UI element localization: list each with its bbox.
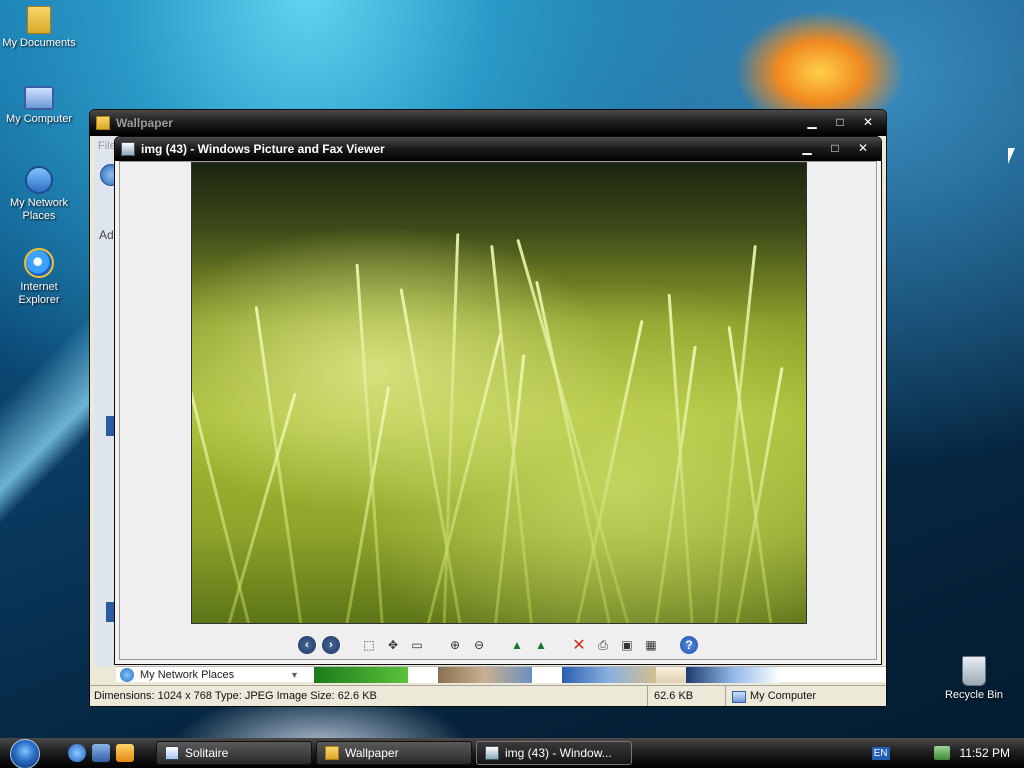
grass-photo	[191, 162, 807, 624]
taskbar-button-wallpaper[interactable]: Wallpaper	[316, 741, 472, 765]
task-label: img (43) - Window...	[505, 746, 612, 760]
viewer-toolbar: ‹ › ⬚ ✥ ▭ ⊕ ⊖ ▲ ▲ ✕ ⎙ ▣ ▦?	[120, 634, 876, 656]
viewer-icon	[121, 142, 135, 156]
next-image-button[interactable]: ›	[322, 636, 340, 654]
viewer-icon	[485, 746, 499, 760]
network-tray-icon[interactable]	[933, 746, 950, 760]
desktop-icon-recycle-bin[interactable]: Recycle Bin	[935, 656, 1013, 702]
toolbar-separator	[432, 636, 440, 654]
print-button[interactable]: ⎙	[594, 636, 612, 654]
wallpaper-thumbnail[interactable]	[314, 666, 408, 683]
chevron-down-icon[interactable]: ▼	[290, 670, 314, 680]
clock[interactable]: 11:52 PM	[960, 746, 1010, 760]
status-bar: Dimensions: 1024 x 768 Type: JPEG Image …	[90, 685, 886, 706]
task-label: Solitaire	[185, 746, 229, 760]
picture-viewer-window[interactable]: img (43) - Windows Picture and Fax Viewe…	[114, 136, 882, 665]
maximize-button[interactable]: □	[823, 141, 847, 157]
folder-icon	[27, 6, 51, 34]
start-button[interactable]	[0, 738, 40, 768]
wallpaper-glow	[720, 0, 920, 120]
wallpaper-thumbnail[interactable]	[438, 666, 532, 683]
folder-bar-label[interactable]: My Network Places	[140, 669, 290, 681]
ie-icon[interactable]	[68, 744, 86, 762]
task-label: Wallpaper	[345, 746, 399, 760]
desktop-icon-my-computer[interactable]: My Computer	[0, 86, 78, 126]
rotate-clockwise-button[interactable]: ▲	[508, 636, 526, 654]
desktop-icon-label: My Documents	[2, 37, 76, 49]
wallpaper-titlebar[interactable]: Wallpaper ▁ □ ✕	[90, 110, 886, 136]
grass-blade	[490, 245, 535, 623]
quick-launch	[68, 744, 134, 762]
maximize-button[interactable]: □	[828, 115, 852, 131]
grass-blade	[192, 351, 255, 623]
save-copy-button[interactable]: ▣	[618, 636, 636, 654]
desktop-icon-label: My Computer	[5, 113, 73, 125]
actual-size-button[interactable]: ✥	[384, 636, 402, 654]
zoom-in-button[interactable]: ⊕	[446, 636, 464, 654]
picture-viewer-titlebar[interactable]: img (43) - Windows Picture and Fax Viewe…	[115, 137, 881, 161]
toolbar-separator	[494, 636, 502, 654]
minimize-button[interactable]: ▁	[800, 115, 824, 131]
wallpaper-thumbnail-gap	[408, 666, 438, 683]
grass-blade	[355, 263, 385, 623]
status-zone-label: My Computer	[750, 690, 817, 702]
taskbar-button-solitaire[interactable]: Solitaire	[156, 741, 312, 765]
network-icon	[25, 166, 53, 194]
open-for-editing-button[interactable]: ▦	[642, 636, 660, 654]
grass-blade	[712, 245, 757, 623]
grass-blade	[667, 293, 695, 623]
computer-icon	[732, 690, 746, 703]
zoom-out-button[interactable]: ⊖	[470, 636, 488, 654]
minimize-button[interactable]: ▁	[795, 141, 819, 157]
address-label: Ad	[99, 228, 114, 242]
grass-blade	[254, 306, 305, 623]
viewer-body: ‹ › ⬚ ✥ ▭ ⊕ ⊖ ▲ ▲ ✕ ⎙ ▣ ▦?	[119, 161, 877, 660]
network-icon	[120, 667, 134, 682]
slideshow-button[interactable]: ▭	[408, 636, 426, 654]
recycle-bin-icon	[962, 656, 986, 686]
toolbar-separator	[666, 636, 674, 654]
language-indicator[interactable]: EN	[871, 746, 890, 760]
status-size: 62.6 KB	[648, 686, 726, 706]
window-title: img (43) - Windows Picture and Fax Viewe…	[141, 142, 385, 156]
computer-icon	[24, 86, 54, 110]
wallpaper-thumbnail[interactable]	[656, 666, 686, 683]
desktop-icon-my-documents[interactable]: My Documents	[0, 6, 78, 50]
desktop-icon-internet-explorer[interactable]: Internet Explorer	[0, 248, 78, 307]
wallpaper-thumbnail[interactable]	[562, 666, 656, 683]
toolbar-separator	[346, 636, 354, 654]
close-button[interactable]: ✕	[851, 141, 875, 157]
mouse-cursor-icon	[1008, 148, 1015, 164]
desktop-icon-label: Internet Explorer	[18, 281, 60, 306]
desktop-icon-my-network-places[interactable]: My Network Places	[0, 166, 78, 223]
wallpaper-thumbnail-gap	[532, 666, 562, 683]
rotate-counterclockwise-button[interactable]: ▲	[532, 636, 550, 654]
previous-image-button[interactable]: ‹	[298, 636, 316, 654]
taskbar: Solitaire Wallpaper img (43) - Window...…	[0, 738, 1024, 768]
wallpaper-thumbnail[interactable]	[686, 666, 780, 683]
desktop-icon-label: Recycle Bin	[944, 689, 1004, 701]
close-button[interactable]: ✕	[856, 115, 880, 131]
folder-thumbnail-strip: My Network Places ▼	[116, 666, 886, 683]
best-fit-button[interactable]: ⬚	[360, 636, 378, 654]
desktop-icon-label: My Network Places	[9, 197, 69, 222]
grass-blade	[535, 280, 615, 623]
status-zone: My Computer	[726, 686, 817, 706]
toolbar-separator	[556, 636, 564, 654]
status-info: Dimensions: 1024 x 768 Type: JPEG Image …	[90, 686, 648, 706]
media-player-icon[interactable]	[116, 744, 134, 762]
windows-logo-icon	[10, 739, 40, 768]
delete-button[interactable]: ✕	[570, 636, 588, 654]
grass-blade	[727, 325, 775, 623]
taskbar-button-picture-viewer[interactable]: img (43) - Window...	[476, 741, 632, 765]
show-desktop-icon[interactable]	[92, 744, 110, 762]
window-title: Wallpaper	[116, 116, 173, 130]
cards-icon	[165, 746, 179, 760]
help-button[interactable]: ?	[680, 636, 698, 654]
folder-icon	[325, 746, 339, 760]
system-tray: EN 11:52 PM	[871, 738, 1024, 768]
folder-icon	[96, 116, 110, 130]
ie-icon	[24, 248, 54, 278]
